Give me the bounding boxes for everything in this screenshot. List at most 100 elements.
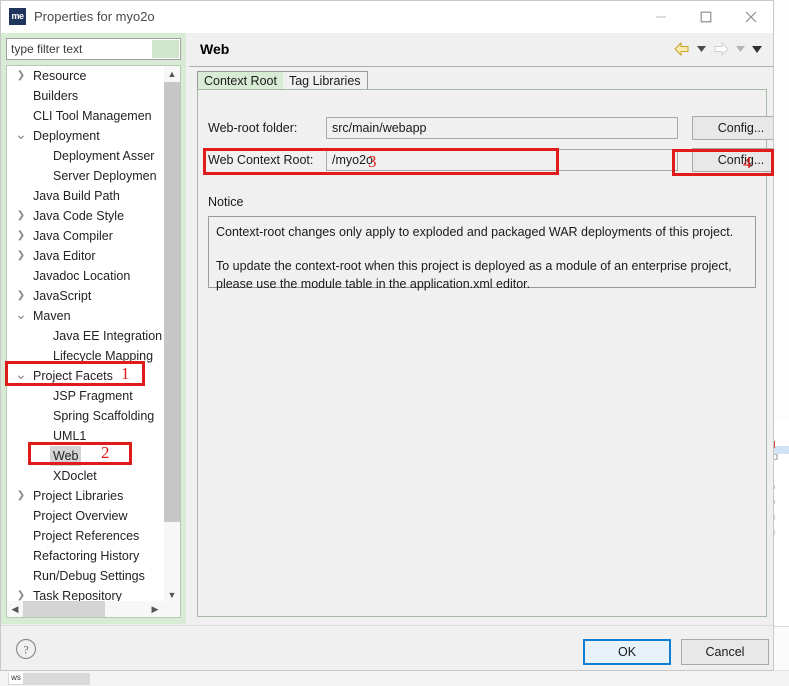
tab-context-root[interactable]: Context Root bbox=[197, 71, 283, 90]
chevron-right-icon[interactable]: ❯ bbox=[15, 286, 27, 306]
sidebar-item-label: Java Code Style bbox=[33, 209, 125, 223]
sidebar-item-builders[interactable]: Builders bbox=[7, 86, 164, 106]
scroll-left-icon[interactable]: ◀ bbox=[7, 601, 23, 617]
sidebar-item-maven[interactable]: ⌄ Maven bbox=[7, 306, 164, 326]
scroll-up-icon[interactable]: ▲ bbox=[164, 66, 180, 82]
clear-filter-icon[interactable] bbox=[152, 40, 179, 58]
sidebar-item-java-editor[interactable]: ❯ Java Editor bbox=[7, 246, 164, 266]
sidebar-item-label: Project Facets bbox=[33, 369, 113, 383]
sidebar-item-project-facets[interactable]: ⌄ Project Facets bbox=[7, 366, 164, 386]
tree-horizontal-scrollbar-thumb[interactable] bbox=[23, 601, 105, 617]
chevron-right-icon[interactable]: ❯ bbox=[15, 206, 27, 226]
chevron-right-icon[interactable]: ❯ bbox=[15, 66, 27, 86]
sidebar-item-deployment[interactable]: ⌄ Deployment bbox=[7, 126, 164, 146]
sidebar-item-label: Refactoring History bbox=[33, 549, 140, 563]
sidebar-item-label: Server Deploymen bbox=[53, 169, 157, 183]
sidebar-item-refactoring-history[interactable]: Refactoring History bbox=[7, 546, 164, 566]
sidebar-item-web[interactable]: Web bbox=[7, 446, 164, 466]
sidebar-item-cli-tool-managemen[interactable]: CLI Tool Managemen bbox=[7, 106, 164, 126]
tab-bar: Context Root Tag Libraries bbox=[197, 71, 368, 90]
svg-text:?: ? bbox=[23, 643, 28, 657]
config-button-webroot[interactable]: Config... bbox=[692, 116, 773, 140]
tab-tag-libraries[interactable]: Tag Libraries bbox=[282, 71, 368, 90]
settings-page: Web Context Root Tag Libraries Web-root … bbox=[189, 33, 773, 624]
sidebar-item-jsp-fragment[interactable]: JSP Fragment bbox=[7, 386, 164, 406]
sidebar-item-java-compiler[interactable]: ❯ Java Compiler bbox=[7, 226, 164, 246]
tree-vertical-scrollbar-thumb[interactable] bbox=[164, 82, 180, 522]
dialog-title: Properties for myo2o bbox=[34, 9, 155, 24]
taskbar: ws bbox=[0, 670, 789, 686]
sidebar-item-project-libraries[interactable]: ❯ Project Libraries bbox=[7, 486, 164, 506]
sidebar-item-label: Java Build Path bbox=[33, 189, 120, 203]
dialog-footer: ? OK Cancel bbox=[1, 625, 773, 670]
sidebar-item-java-code-style[interactable]: ❯ Java Code Style bbox=[7, 206, 164, 226]
sidebar-item-server-deploymen[interactable]: Server Deploymen bbox=[7, 166, 164, 186]
chevron-down-icon[interactable]: ⌄ bbox=[15, 306, 27, 326]
web-context-root-label: Web Context Root: bbox=[208, 153, 314, 167]
sidebar-item-label: Spring Scaffolding bbox=[53, 409, 155, 423]
sidebar-item-project-references[interactable]: Project References bbox=[7, 526, 164, 546]
properties-dialog: me Properties for myo2o ❯ Resource Builder… bbox=[0, 0, 774, 671]
sidebar-item-java-build-path[interactable]: Java Build Path bbox=[7, 186, 164, 206]
forward-history-chevron-down-icon[interactable] bbox=[734, 39, 747, 59]
cancel-button[interactable]: Cancel bbox=[681, 639, 769, 665]
sidebar-item-label: CLI Tool Managemen bbox=[33, 109, 152, 123]
page-header: Web bbox=[189, 33, 773, 67]
search-input[interactable] bbox=[7, 39, 152, 59]
back-history-chevron-down-icon[interactable] bbox=[695, 39, 708, 59]
forward-arrow-icon[interactable] bbox=[711, 39, 731, 59]
chevron-right-icon[interactable]: ❯ bbox=[15, 226, 27, 246]
sidebar-item-label: Deployment Asser bbox=[53, 149, 155, 163]
chevron-right-icon[interactable]: ❯ bbox=[15, 246, 27, 266]
chevron-down-icon[interactable]: ⌄ bbox=[15, 366, 27, 386]
sidebar-item-label: Project References bbox=[33, 529, 140, 543]
sidebar-item-label: UML1 bbox=[53, 429, 87, 443]
sidebar-item-label: JavaScript bbox=[33, 289, 92, 303]
config-button-context-root[interactable]: Config... bbox=[692, 148, 773, 172]
settings-navigation-pane: ❯ Resource Builders CLI Tool Managemen ⌄ Depl… bbox=[1, 33, 186, 624]
sidebar-item-uml1[interactable]: UML1 bbox=[7, 426, 164, 446]
chevron-down-icon[interactable]: ⌄ bbox=[15, 126, 27, 146]
notice-text-box: Context-root changes only apply to explo… bbox=[208, 216, 756, 291]
back-arrow-icon[interactable] bbox=[672, 39, 692, 59]
maximize-button[interactable] bbox=[683, 1, 728, 32]
notice-heading: Notice bbox=[208, 195, 244, 209]
close-button[interactable] bbox=[728, 1, 773, 32]
sidebar-item-label: Deployment bbox=[33, 129, 100, 143]
app-icon: me bbox=[9, 8, 26, 25]
scroll-right-icon[interactable]: ▶ bbox=[147, 601, 163, 617]
sidebar-item-javadoc-location[interactable]: Javadoc Location bbox=[7, 266, 164, 286]
sidebar-item-label: Maven bbox=[33, 309, 71, 323]
taskbar-item[interactable]: ws bbox=[8, 672, 90, 685]
web-root-folder-row: Web-root folder: src/main/webapp Config.… bbox=[208, 116, 773, 140]
sidebar-item-label: Java EE Integration bbox=[53, 329, 163, 343]
sidebar-item-label: XDoclet bbox=[53, 469, 97, 483]
sidebar-item-label: Project Overview bbox=[33, 509, 128, 523]
sidebar-item-xdoclet[interactable]: XDoclet bbox=[7, 466, 164, 486]
sidebar-item-javascript[interactable]: ❯ JavaScript bbox=[7, 286, 164, 306]
settings-tree: ❯ Resource Builders CLI Tool Managemen ⌄ Depl… bbox=[6, 65, 181, 618]
view-menu-chevron-down-icon[interactable] bbox=[750, 39, 763, 59]
sidebar-item-project-overview[interactable]: Project Overview bbox=[7, 506, 164, 526]
settings-tree-scroll-area[interactable]: ❯ Resource Builders CLI Tool Managemen ⌄ Depl… bbox=[7, 66, 164, 603]
tree-horizontal-scrollbar[interactable]: ◀ ▶ bbox=[7, 601, 180, 617]
web-context-root-field[interactable]: /myo2o bbox=[326, 149, 678, 171]
chevron-right-icon[interactable]: ❯ bbox=[15, 486, 27, 506]
sidebar-item-resource[interactable]: ❯ Resource bbox=[7, 66, 164, 86]
web-root-folder-label: Web-root folder: bbox=[208, 121, 298, 135]
context-root-panel: Web-root folder: src/main/webapp Config.… bbox=[197, 89, 773, 617]
sidebar-item-java-ee-integration[interactable]: Java EE Integration bbox=[7, 326, 164, 346]
sidebar-item-label: Project Libraries bbox=[33, 489, 124, 503]
tree-vertical-scrollbar[interactable]: ▲ ▼ bbox=[164, 66, 180, 603]
sidebar-item-deployment-asser[interactable]: Deployment Asser bbox=[7, 146, 164, 166]
filter-field-wrapper bbox=[6, 38, 181, 60]
minimize-button[interactable] bbox=[638, 1, 683, 32]
web-root-folder-field[interactable]: src/main/webapp bbox=[326, 117, 678, 139]
ok-button[interactable]: OK bbox=[583, 639, 671, 665]
sidebar-item-lifecycle-mapping[interactable]: Lifecycle Mapping bbox=[7, 346, 164, 366]
sidebar-item-spring-scaffolding[interactable]: Spring Scaffolding bbox=[7, 406, 164, 426]
sidebar-item-run-debug-settings[interactable]: Run/Debug Settings bbox=[7, 566, 164, 586]
header-divider bbox=[189, 66, 773, 67]
sidebar-item-label: Javadoc Location bbox=[33, 269, 131, 283]
help-icon[interactable]: ? bbox=[15, 638, 37, 660]
